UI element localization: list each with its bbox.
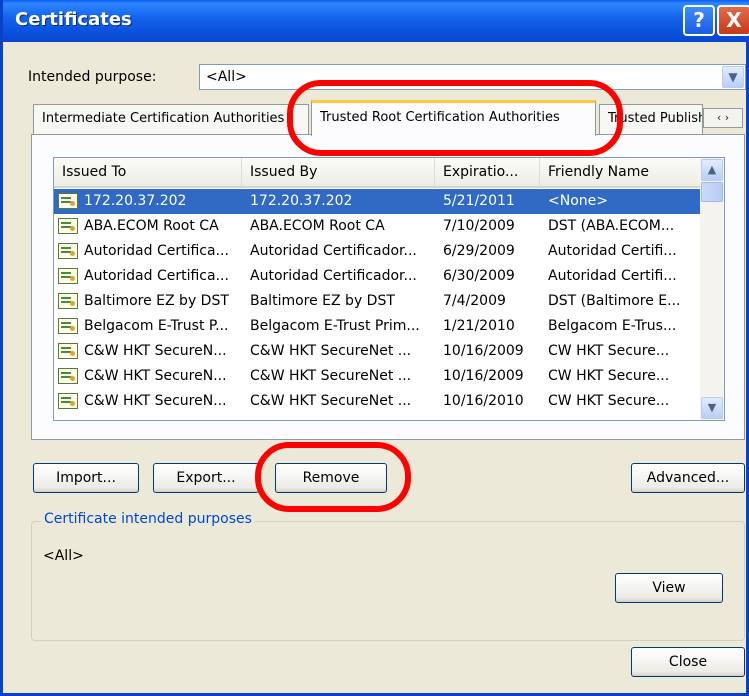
view-button[interactable]: View — [615, 573, 723, 603]
table-row[interactable]: Autoridad Certifica... Autoridad Certifi… — [54, 264, 700, 289]
table-row[interactable]: Autoridad Certifica... Autoridad Certifi… — [54, 239, 700, 264]
vertical-scrollbar[interactable]: ▲ ▼ — [700, 158, 724, 420]
export-button[interactable]: Export... — [153, 463, 259, 493]
cell-friendly-name: DST (ABA.ECOM... — [548, 218, 675, 234]
cell-issued-by: C&W HKT SecureNet ... — [250, 343, 412, 359]
scroll-up-icon[interactable]: ▲ — [701, 159, 723, 181]
column-header-issued-by[interactable]: Issued By — [242, 158, 435, 186]
cell-issued-by: 172.20.37.202 — [250, 193, 353, 209]
intended-purpose-value: <All> — [206, 69, 247, 85]
title-bar[interactable]: Certificates ? X — [3, 0, 749, 42]
chevron-down-icon[interactable]: ▼ — [722, 66, 744, 88]
cell-expiration: 1/21/2010 — [443, 318, 515, 334]
table-row[interactable]: C&W HKT SecureN... C&W HKT SecureNet ...… — [54, 364, 700, 389]
cell-issued-to: Baltimore EZ by DST — [84, 293, 229, 309]
cell-issued-by: C&W HKT SecureNet ... — [250, 393, 412, 409]
certificate-icon — [58, 318, 78, 334]
annotation-circle-tab — [287, 80, 623, 156]
cell-issued-to: C&W HKT SecureN... — [84, 343, 227, 359]
cell-expiration: 10/16/2009 — [443, 368, 524, 384]
intended-purposes-legend: Certificate intended purposes — [41, 511, 255, 527]
tab-label: Intermediate Certification Authorities — [42, 111, 285, 126]
cell-issued-by: Autoridad Certificador... — [250, 268, 417, 284]
close-button[interactable]: Close — [631, 647, 745, 677]
import-button[interactable]: Import... — [33, 463, 139, 493]
scroll-down-icon[interactable]: ▼ — [701, 397, 723, 419]
table-row[interactable]: C&W HKT SecureN... C&W HKT SecureNet ...… — [54, 339, 700, 364]
cell-expiration: 6/30/2009 — [443, 268, 515, 284]
certificate-icon — [58, 218, 78, 234]
intended-purpose-label: Intended purpose: — [28, 69, 157, 85]
certificate-icon — [58, 393, 78, 409]
tab-intermediate-ca[interactable]: Intermediate Certification Authorities — [33, 104, 309, 134]
table-row[interactable]: Belgacom E-Trust P... Belgacom E-Trust P… — [54, 314, 700, 339]
cell-issued-to: C&W HKT SecureN... — [84, 368, 227, 384]
cell-issued-to: Autoridad Certifica... — [84, 243, 229, 259]
cell-issued-by: ABA.ECOM Root CA — [250, 218, 385, 234]
advanced-button[interactable]: Advanced... — [631, 463, 745, 493]
column-header-friendly-name[interactable]: Friendly Name — [540, 158, 700, 186]
cell-issued-to: ABA.ECOM Root CA — [84, 218, 219, 234]
cell-expiration: 5/21/2011 — [443, 193, 515, 209]
table-row[interactable]: Baltimore EZ by DST Baltimore EZ by DST … — [54, 289, 700, 314]
intended-purposes-value: <All> — [43, 548, 84, 564]
cell-expiration: 7/10/2009 — [443, 218, 515, 234]
certificate-list[interactable]: Issued To Issued By Expiratio... Friendl… — [53, 157, 725, 421]
table-row[interactable]: ABA.ECOM Root CA ABA.ECOM Root CA 7/10/2… — [54, 214, 700, 239]
cell-expiration: 10/16/2010 — [443, 393, 524, 409]
cell-friendly-name: <None> — [548, 193, 608, 209]
cell-friendly-name: DST (Baltimore E... — [548, 293, 681, 309]
tab-scroll-buttons[interactable]: ‹ › — [703, 108, 743, 128]
cell-issued-to: Autoridad Certifica... — [84, 268, 229, 284]
cell-friendly-name: CW HKT Secure... — [548, 368, 670, 384]
cell-issued-to: C&W HKT SecureN... — [84, 393, 227, 409]
certificates-dialog: Certificates ? X Intended purpose: <All>… — [0, 0, 749, 696]
cell-issued-by: Autoridad Certificador... — [250, 243, 417, 259]
cell-friendly-name: Autoridad Certifi... — [548, 243, 677, 259]
table-row[interactable]: 172.20.37.202 172.20.37.202 5/21/2011 <N… — [54, 189, 700, 214]
cell-friendly-name: Autoridad Certifi... — [548, 268, 677, 284]
annotation-circle-remove — [255, 442, 411, 512]
list-header: Issued To Issued By Expiratio... Friendl… — [54, 158, 700, 188]
table-row[interactable]: C&W HKT SecureN... C&W HKT SecureNet ...… — [54, 389, 700, 414]
cell-issued-by: Belgacom E-Trust Prim... — [250, 318, 420, 334]
certificate-icon — [58, 243, 78, 259]
certificate-icon — [58, 193, 78, 209]
certificate-icon — [58, 268, 78, 284]
cell-friendly-name: Belgacom E-Trus... — [548, 318, 677, 334]
tab-scroll-right-icon[interactable]: › — [725, 111, 729, 124]
certificate-icon — [58, 368, 78, 384]
cell-friendly-name: CW HKT Secure... — [548, 343, 670, 359]
cell-issued-by: C&W HKT SecureNet ... — [250, 368, 412, 384]
help-button[interactable]: ? — [683, 5, 715, 36]
cell-issued-to: 172.20.37.202 — [84, 193, 187, 209]
tab-scroll-left-icon[interactable]: ‹ — [717, 111, 721, 124]
column-header-expiration[interactable]: Expiratio... — [435, 158, 540, 186]
cell-expiration: 7/4/2009 — [443, 293, 506, 309]
scroll-thumb[interactable] — [701, 182, 723, 202]
cell-friendly-name: CW HKT Secure... — [548, 393, 670, 409]
certificate-icon — [58, 343, 78, 359]
cell-issued-to: Belgacom E-Trust P... — [84, 318, 229, 334]
cell-issued-by: Baltimore EZ by DST — [250, 293, 395, 309]
cell-expiration: 10/16/2009 — [443, 343, 524, 359]
certificate-icon — [58, 293, 78, 309]
column-header-issued-to[interactable]: Issued To — [54, 158, 242, 186]
close-window-button[interactable]: X — [717, 5, 749, 36]
cell-expiration: 6/29/2009 — [443, 243, 515, 259]
window-title: Certificates — [15, 9, 132, 30]
